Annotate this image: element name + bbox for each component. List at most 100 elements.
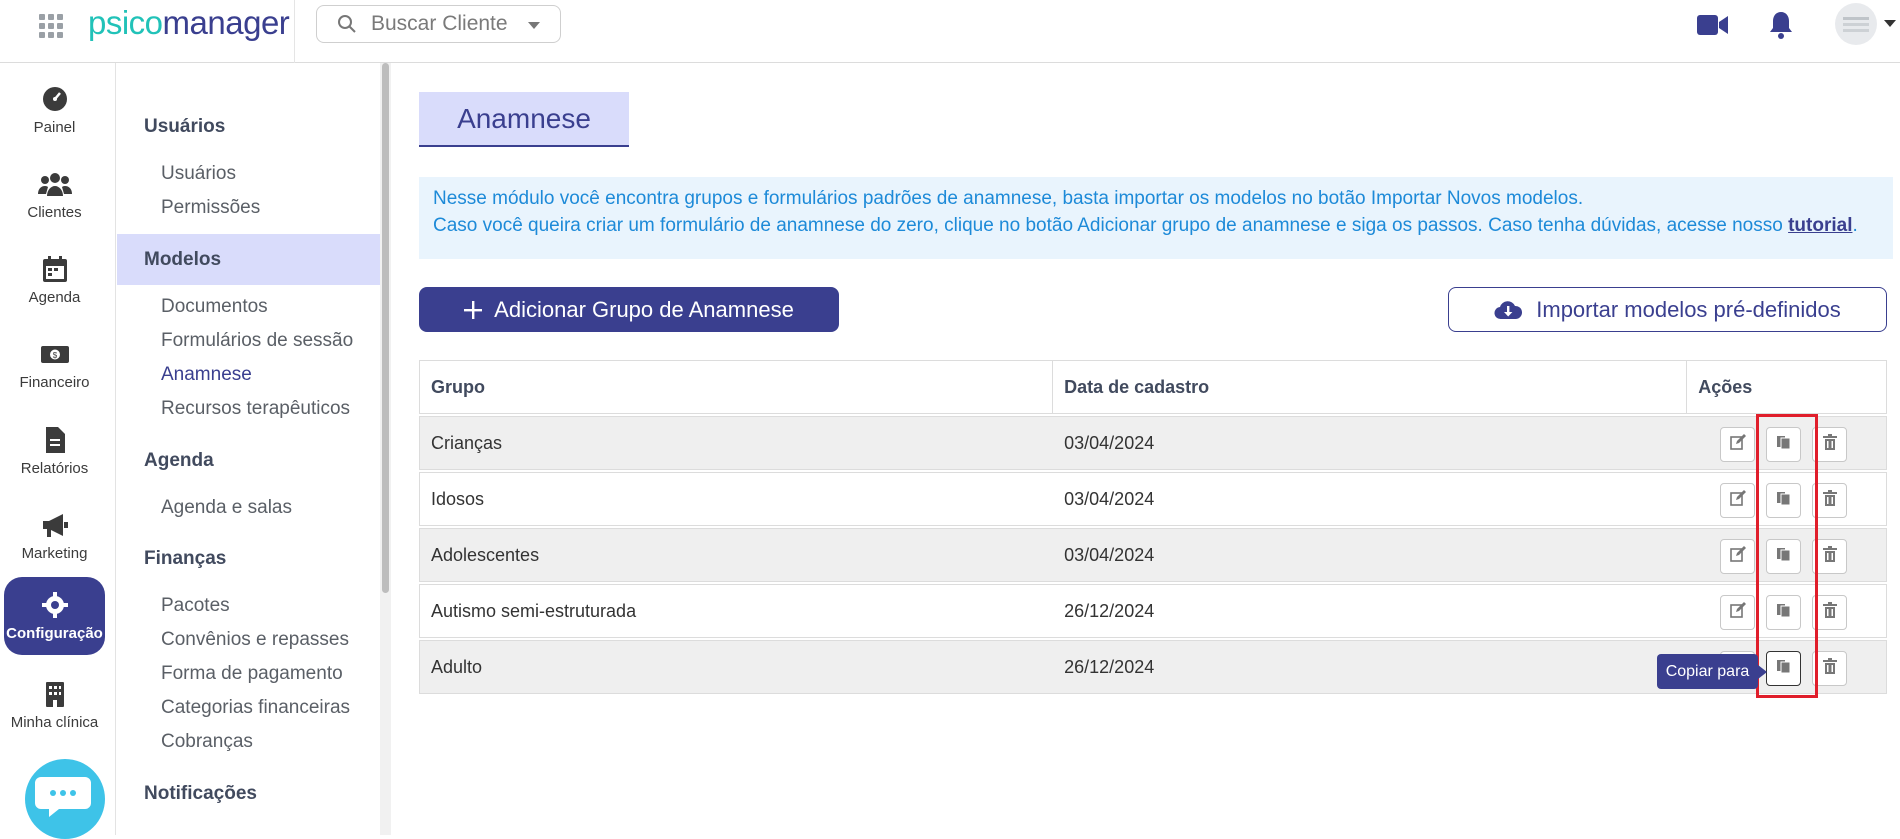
building-icon	[45, 682, 64, 707]
edit-icon	[1729, 490, 1746, 511]
cell-data: 03/04/2024	[1064, 488, 1155, 509]
divider	[294, 0, 295, 63]
nav-agenda[interactable]: Agenda	[4, 241, 105, 319]
submenu-item-documentos[interactable]: Documentos	[161, 296, 268, 318]
nav-marketing[interactable]: Marketing	[4, 497, 105, 575]
section-modelos[interactable]: Modelos	[144, 249, 221, 271]
chevron-down-icon	[528, 22, 540, 29]
nav-label: Marketing	[21, 545, 88, 562]
trash-icon	[1822, 490, 1837, 511]
submenu-item-anamnese[interactable]: Anamnese	[161, 364, 252, 386]
tooltip-copy: Copiar para	[1657, 654, 1767, 689]
nav-label: Financeiro	[19, 374, 90, 391]
edit-button[interactable]	[1720, 427, 1756, 462]
trash-icon	[1822, 602, 1837, 623]
nav-label: Configuração	[6, 625, 103, 642]
section-agenda[interactable]: Agenda	[144, 450, 214, 472]
trash-icon	[1822, 434, 1837, 455]
table-row: Crianças 03/04/2024	[419, 416, 1887, 470]
nav-clientes[interactable]: Clientes	[4, 156, 105, 234]
submenu-item-cobrancas[interactable]: Cobranças	[161, 731, 253, 753]
submenu-item-agenda-salas[interactable]: Agenda e salas	[161, 497, 292, 519]
edit-button[interactable]	[1720, 595, 1756, 630]
logo-text-psico: psico	[88, 4, 163, 41]
gear-icon	[41, 592, 68, 618]
edit-button[interactable]	[1720, 539, 1756, 574]
add-group-button[interactable]: Adicionar Grupo de Anamnese	[419, 287, 839, 332]
column-header-data: Data de cadastro	[1053, 361, 1688, 413]
scrollbar-thumb[interactable]	[382, 63, 389, 593]
add-group-label: Adicionar Grupo de Anamnese	[494, 296, 794, 322]
info-box: Nesse módulo você encontra grupos e form…	[419, 177, 1893, 259]
plus-icon	[464, 300, 483, 319]
import-models-label: Importar modelos pré-definidos	[1536, 296, 1841, 322]
file-icon	[45, 427, 65, 453]
cell-grupo: Idosos	[431, 488, 485, 509]
settings-submenu: Usuários Usuários Permissões Modelos Doc…	[117, 63, 391, 835]
info-line-2-end: .	[1852, 215, 1858, 236]
table-row: Idosos 03/04/2024	[419, 472, 1887, 526]
import-models-button[interactable]: Importar modelos pré-definidos	[1448, 287, 1887, 332]
cloud-download-icon	[1494, 300, 1523, 319]
money-icon: $	[40, 346, 69, 363]
table-row: Autismo semi-estruturada 26/12/2024	[419, 584, 1887, 638]
nav-painel[interactable]: Painel	[4, 71, 105, 149]
svg-text:$: $	[52, 351, 57, 360]
info-line-1: Nesse módulo você encontra grupos e form…	[433, 188, 1584, 209]
cell-data: 26/12/2024	[1064, 656, 1155, 677]
nav-financeiro[interactable]: $ Financeiro	[4, 326, 105, 404]
nav-relatorios[interactable]: Relatórios	[4, 412, 105, 490]
submenu-item-usuarios[interactable]: Usuários	[161, 163, 236, 185]
section-notificacoes[interactable]: Notificações	[144, 783, 257, 805]
info-line-2: Caso você queira criar um formulário de …	[433, 212, 1879, 239]
submenu-item-recursos[interactable]: Recursos terapêuticos	[161, 398, 350, 420]
cell-grupo: Autismo semi-estruturada	[431, 600, 637, 621]
avatar[interactable]	[1835, 3, 1877, 45]
nav-configuracao[interactable]: Configuração	[4, 577, 105, 655]
scrollbar[interactable]	[380, 63, 391, 835]
nav-label: Minha clínica	[10, 714, 99, 731]
nav-label: Clientes	[27, 204, 82, 221]
search-icon	[338, 15, 356, 33]
submenu-item-pacotes[interactable]: Pacotes	[161, 595, 230, 617]
nav-minha-clinica[interactable]: Minha clínica	[4, 666, 105, 744]
tutorial-link[interactable]: tutorial	[1788, 215, 1852, 236]
cell-data: 26/12/2024	[1064, 600, 1155, 621]
submenu-item-convenios[interactable]: Convênios e repasses	[161, 629, 349, 651]
apps-grid-icon[interactable]	[39, 14, 63, 38]
chevron-down-icon[interactable]	[1884, 20, 1896, 27]
table-row: Adolescentes 03/04/2024	[419, 528, 1887, 582]
cell-data: 03/04/2024	[1064, 432, 1155, 453]
edit-icon	[1729, 602, 1746, 623]
section-usuarios[interactable]: Usuários	[144, 116, 225, 138]
cell-data: 03/04/2024	[1064, 544, 1155, 565]
edit-icon	[1729, 546, 1746, 567]
column-header-acoes: Ações	[1698, 376, 1753, 397]
nav-label: Relatórios	[20, 460, 89, 477]
info-line-2-text: Caso você queira criar um formulário de …	[433, 215, 1783, 236]
logo-text-manager: manager	[162, 4, 290, 41]
chat-icon	[35, 777, 91, 817]
submenu-item-formularios[interactable]: Formulários de sessão	[161, 330, 353, 352]
trash-icon	[1822, 546, 1837, 567]
video-camera-icon[interactable]	[1697, 13, 1729, 37]
main-nav-rail: Painel Clientes Agenda $ Financeiro Rela…	[0, 63, 116, 835]
page-title: Anamnese	[419, 92, 629, 147]
section-financas[interactable]: Finanças	[144, 548, 226, 570]
edit-button[interactable]	[1720, 483, 1756, 518]
anamnese-table: Grupo Data de cadastro Ações Crianças 03/…	[419, 360, 1887, 694]
chat-support-button[interactable]	[25, 759, 105, 839]
cell-grupo: Adolescentes	[431, 544, 540, 565]
trash-icon	[1822, 658, 1837, 679]
submenu-item-permissoes[interactable]: Permissões	[161, 197, 260, 219]
search-client-select[interactable]: Buscar Cliente	[316, 5, 561, 43]
bell-icon[interactable]	[1768, 10, 1794, 40]
nav-label: Painel	[33, 119, 76, 136]
submenu-item-forma-pagamento[interactable]: Forma de pagamento	[161, 663, 343, 685]
app-logo[interactable]: psicomanager	[88, 4, 290, 42]
column-header-grupo: Grupo	[420, 361, 1054, 413]
table-header: Grupo Data de cadastro Ações	[419, 360, 1887, 414]
megaphone-icon	[42, 514, 68, 537]
cell-grupo: Crianças	[431, 432, 503, 453]
submenu-item-categorias[interactable]: Categorias financeiras	[161, 697, 350, 719]
